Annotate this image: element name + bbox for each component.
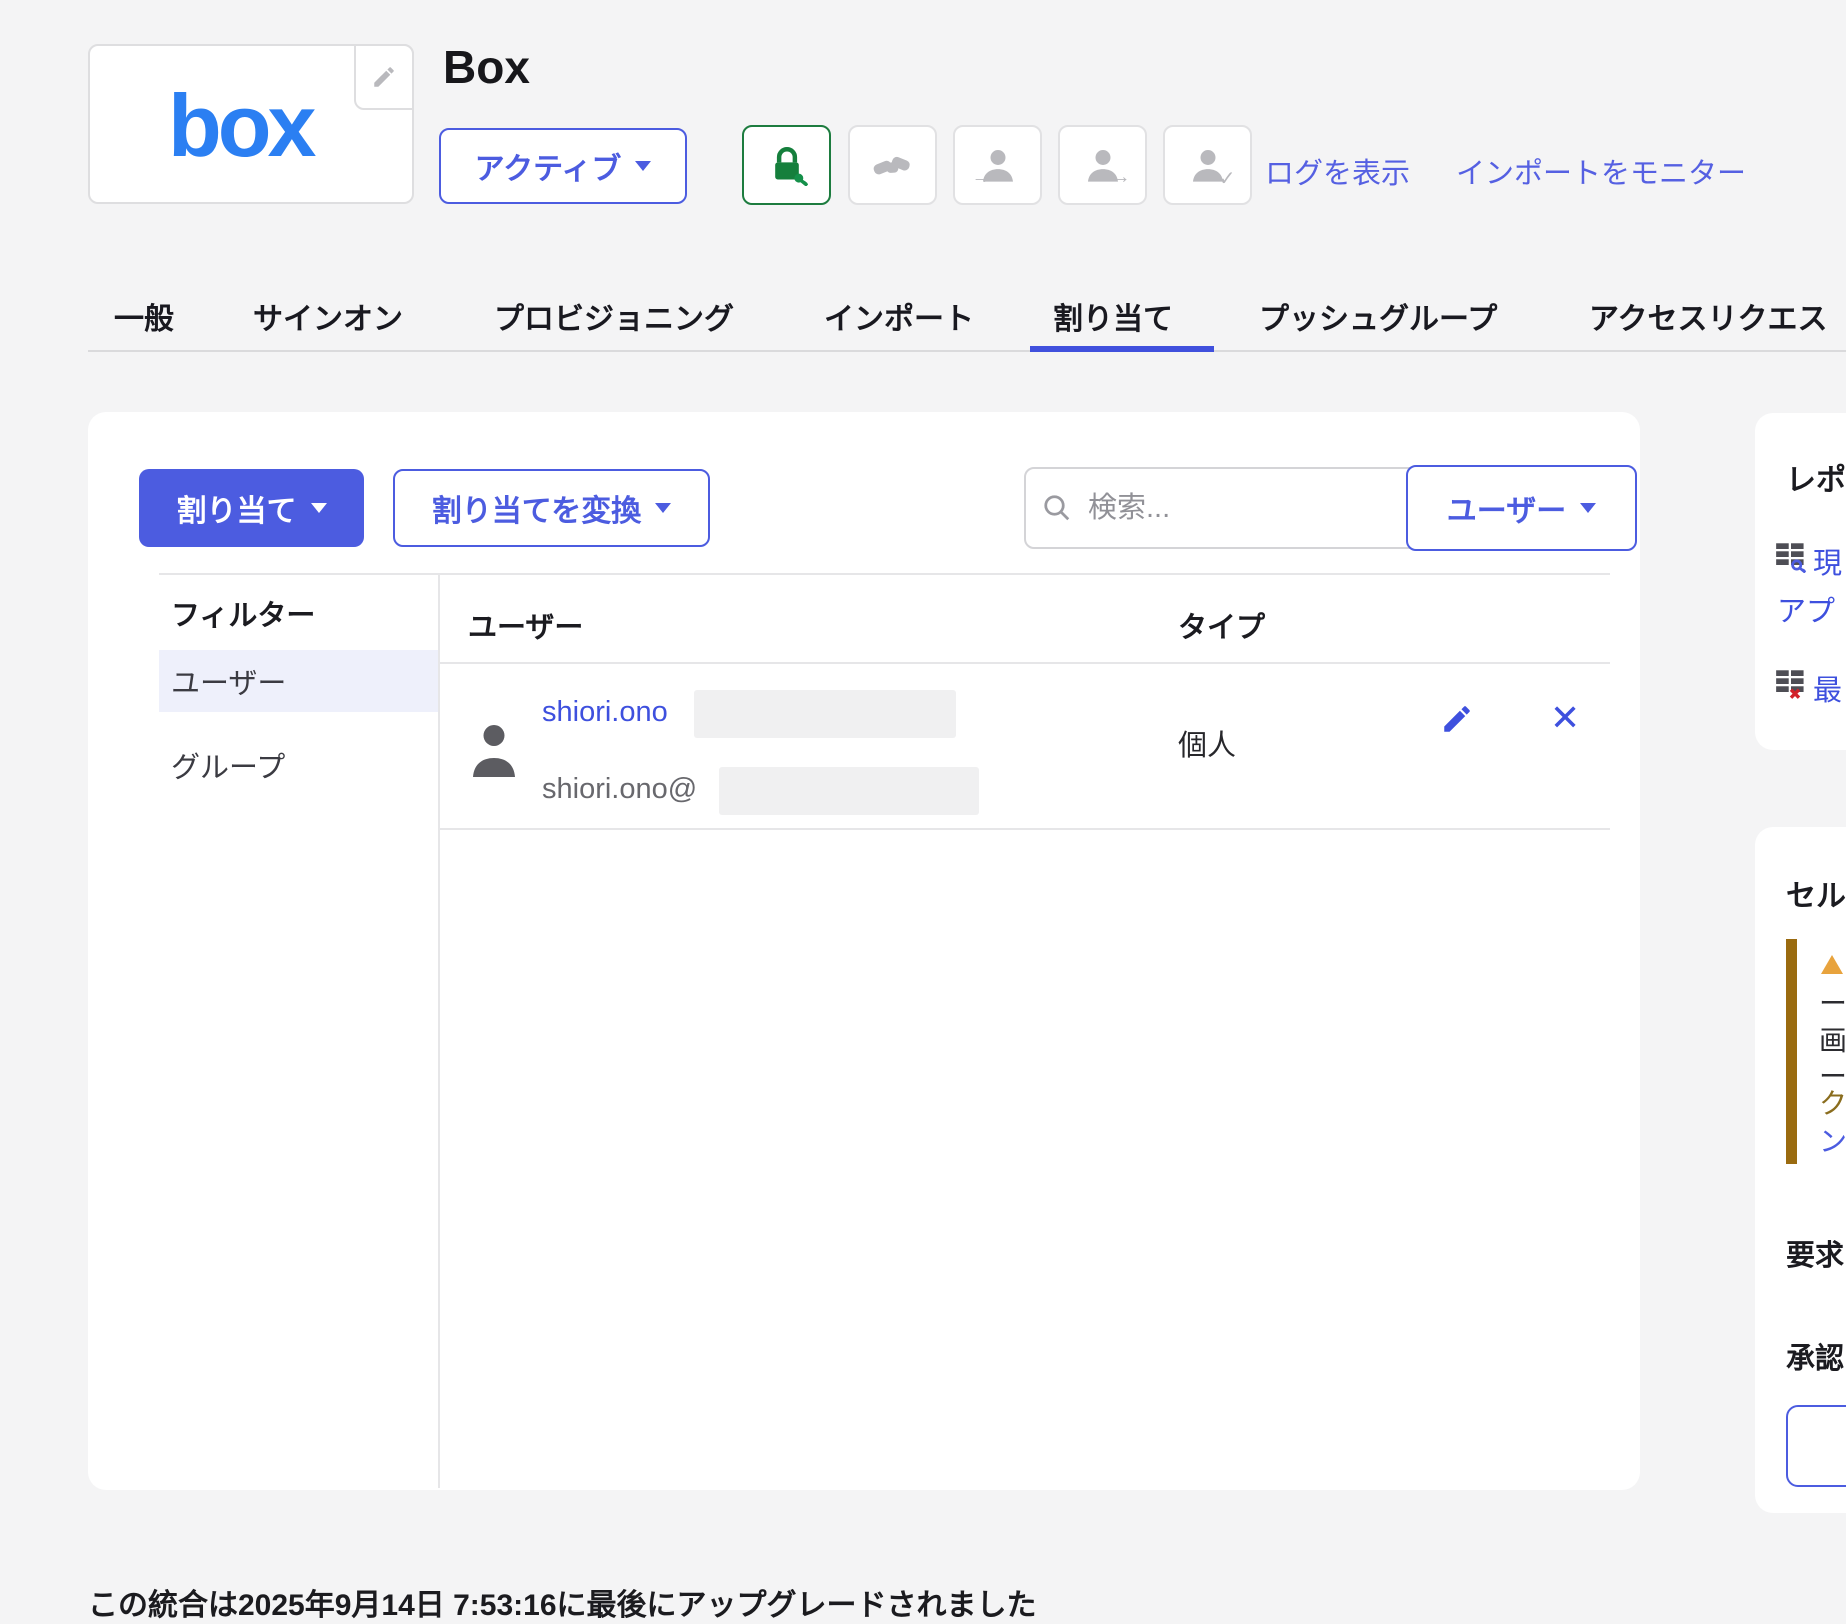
monitor-imports-link[interactable]: インポートをモニター (1456, 150, 1746, 192)
confirm-user-button[interactable]: ✓ (1163, 125, 1252, 205)
tab-provisioning[interactable]: プロビジョニング (494, 294, 734, 338)
self-service-panel: セル ー 画 ー ク ン 要求 承認 (1755, 827, 1846, 1513)
filter-item-users[interactable]: ユーザー (159, 650, 438, 712)
remove-assignment-button[interactable]: ✕ (1550, 700, 1580, 736)
scope-dropdown[interactable]: ユーザー (1406, 465, 1637, 551)
convert-assignments-button[interactable]: 割り当てを変換 (393, 469, 710, 547)
table-top-divider (159, 573, 1610, 575)
search-box[interactable] (1024, 467, 1412, 549)
assign-button[interactable]: 割り当て (139, 469, 364, 547)
handshake-icon (871, 148, 915, 182)
current-assignments-link-line2[interactable]: アプ (1777, 588, 1835, 630)
tab-general[interactable]: 一般 (114, 294, 174, 338)
app-status-label: アクティブ (475, 144, 622, 188)
filter-item-groups[interactable]: グループ (159, 734, 438, 796)
request-label: 要求 (1786, 1232, 1844, 1274)
current-assignments-link[interactable]: 現 (1813, 540, 1842, 582)
note-fragment: ク (1819, 1082, 1846, 1122)
filter-item-label: ユーザー (171, 660, 286, 702)
edit-assignment-button[interactable] (1440, 702, 1474, 736)
chevron-down-icon (655, 503, 671, 513)
table-header-divider (438, 662, 1610, 664)
scope-dropdown-label: ユーザー (1447, 486, 1566, 530)
lock-key-icon (766, 144, 808, 186)
last-upgraded-note: この統合は2025年9月14日 7:53:16に最後にアップグレードされました (88, 1580, 1037, 1624)
approval-label: 承認 (1786, 1335, 1844, 1377)
column-header-user: ユーザー (468, 604, 583, 646)
arrow-right-icon: → (972, 167, 992, 187)
redacted-text (694, 690, 956, 738)
redacted-text (719, 767, 979, 815)
column-header-type: タイプ (1178, 604, 1265, 646)
chevron-down-icon (635, 161, 651, 171)
page-title: Box (443, 40, 530, 94)
export-user-button[interactable]: → (1058, 125, 1147, 205)
tab-push-groups[interactable]: プッシュグループ (1259, 294, 1497, 338)
chevron-down-icon (311, 503, 327, 513)
tab-sign-on[interactable]: サインオン (253, 294, 403, 338)
check-icon: ✓ (1219, 169, 1236, 189)
filter-table-divider (438, 573, 440, 1488)
table-remove-icon (1775, 668, 1807, 700)
handshake-button[interactable] (848, 125, 937, 205)
search-icon (1042, 493, 1072, 523)
reports-panel-title: レポ (1786, 455, 1846, 499)
tab-access-requests[interactable]: アクセスリクエス (1589, 294, 1828, 338)
filter-item-label: グループ (171, 744, 285, 786)
chevron-down-icon (1580, 503, 1596, 513)
pencil-icon (371, 64, 397, 90)
self-service-title: セル (1786, 871, 1846, 915)
arrow-right-icon: → (1111, 167, 1131, 187)
tab-bar-divider (88, 350, 1846, 352)
recent-unassignments-link[interactable]: 最 (1813, 667, 1842, 709)
tab-import[interactable]: インポート (824, 294, 974, 338)
reports-panel: レポ 現 アプ 最 (1755, 413, 1846, 750)
user-email: shiori.ono@ (542, 773, 697, 806)
callout-left-border (1786, 939, 1797, 1164)
view-logs-link[interactable]: ログを表示 (1265, 150, 1410, 192)
assignments-panel: 割り当て 割り当てを変換 ユーザー フィルター ユーザー グループ ユーザー タ… (88, 412, 1640, 1490)
app-status-dropdown[interactable]: アクティブ (439, 128, 687, 204)
convert-button-label: 割り当てを変換 (432, 486, 641, 530)
user-type-cell: 個人 (1178, 722, 1236, 764)
table-key-icon (1775, 541, 1807, 573)
note-fragment: ー (1819, 982, 1846, 1022)
assign-button-label: 割り当て (177, 486, 297, 530)
app-logo-card: box (88, 44, 414, 204)
search-input[interactable] (1086, 491, 1340, 526)
tab-assignments[interactable]: 割り当て (1053, 294, 1173, 338)
note-fragment: 画 (1819, 1019, 1846, 1059)
box-logo: box (168, 82, 312, 170)
avatar (470, 720, 518, 782)
user-name-link[interactable]: shiori.ono (542, 696, 668, 729)
assign-user-button[interactable]: → (953, 125, 1042, 205)
sign-on-lock-button[interactable] (742, 125, 831, 205)
note-fragment: ン (1819, 1120, 1846, 1160)
warning-icon (1821, 955, 1843, 974)
okta-app-page: { "header": { "logo_text": "box", "app_t… (0, 0, 1846, 1605)
filter-title: フィルター (171, 592, 315, 634)
active-tab-underline (1030, 346, 1214, 352)
table-row-divider (438, 828, 1610, 830)
edit-logo-button[interactable] (354, 44, 414, 110)
self-service-dropdown[interactable] (1786, 1405, 1846, 1487)
